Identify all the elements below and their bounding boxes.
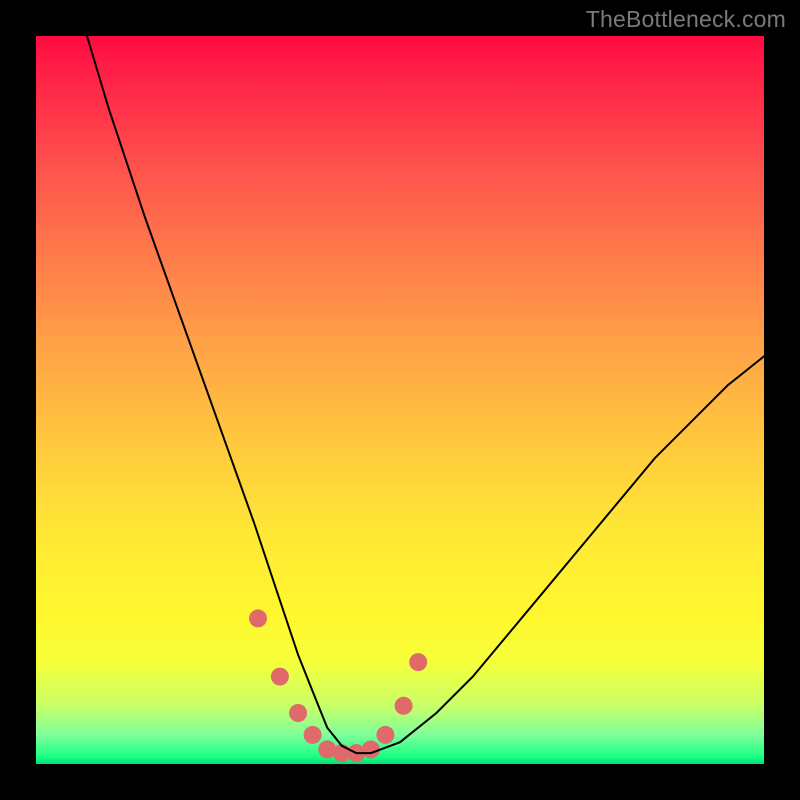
chart-container: TheBottleneck.com (0, 0, 800, 800)
curve-marker (376, 726, 394, 744)
chart-svg (36, 36, 764, 764)
curve-marker (271, 668, 289, 686)
curve-marker (249, 609, 267, 627)
curve-marker (362, 740, 380, 758)
curve-marker (289, 704, 307, 722)
curve-marker (304, 726, 322, 744)
marker-layer (249, 609, 427, 762)
plot-area (36, 36, 764, 764)
curve-marker (409, 653, 427, 671)
bottleneck-curve (87, 36, 764, 753)
curve-marker (395, 697, 413, 715)
watermark-text: TheBottleneck.com (586, 6, 786, 33)
